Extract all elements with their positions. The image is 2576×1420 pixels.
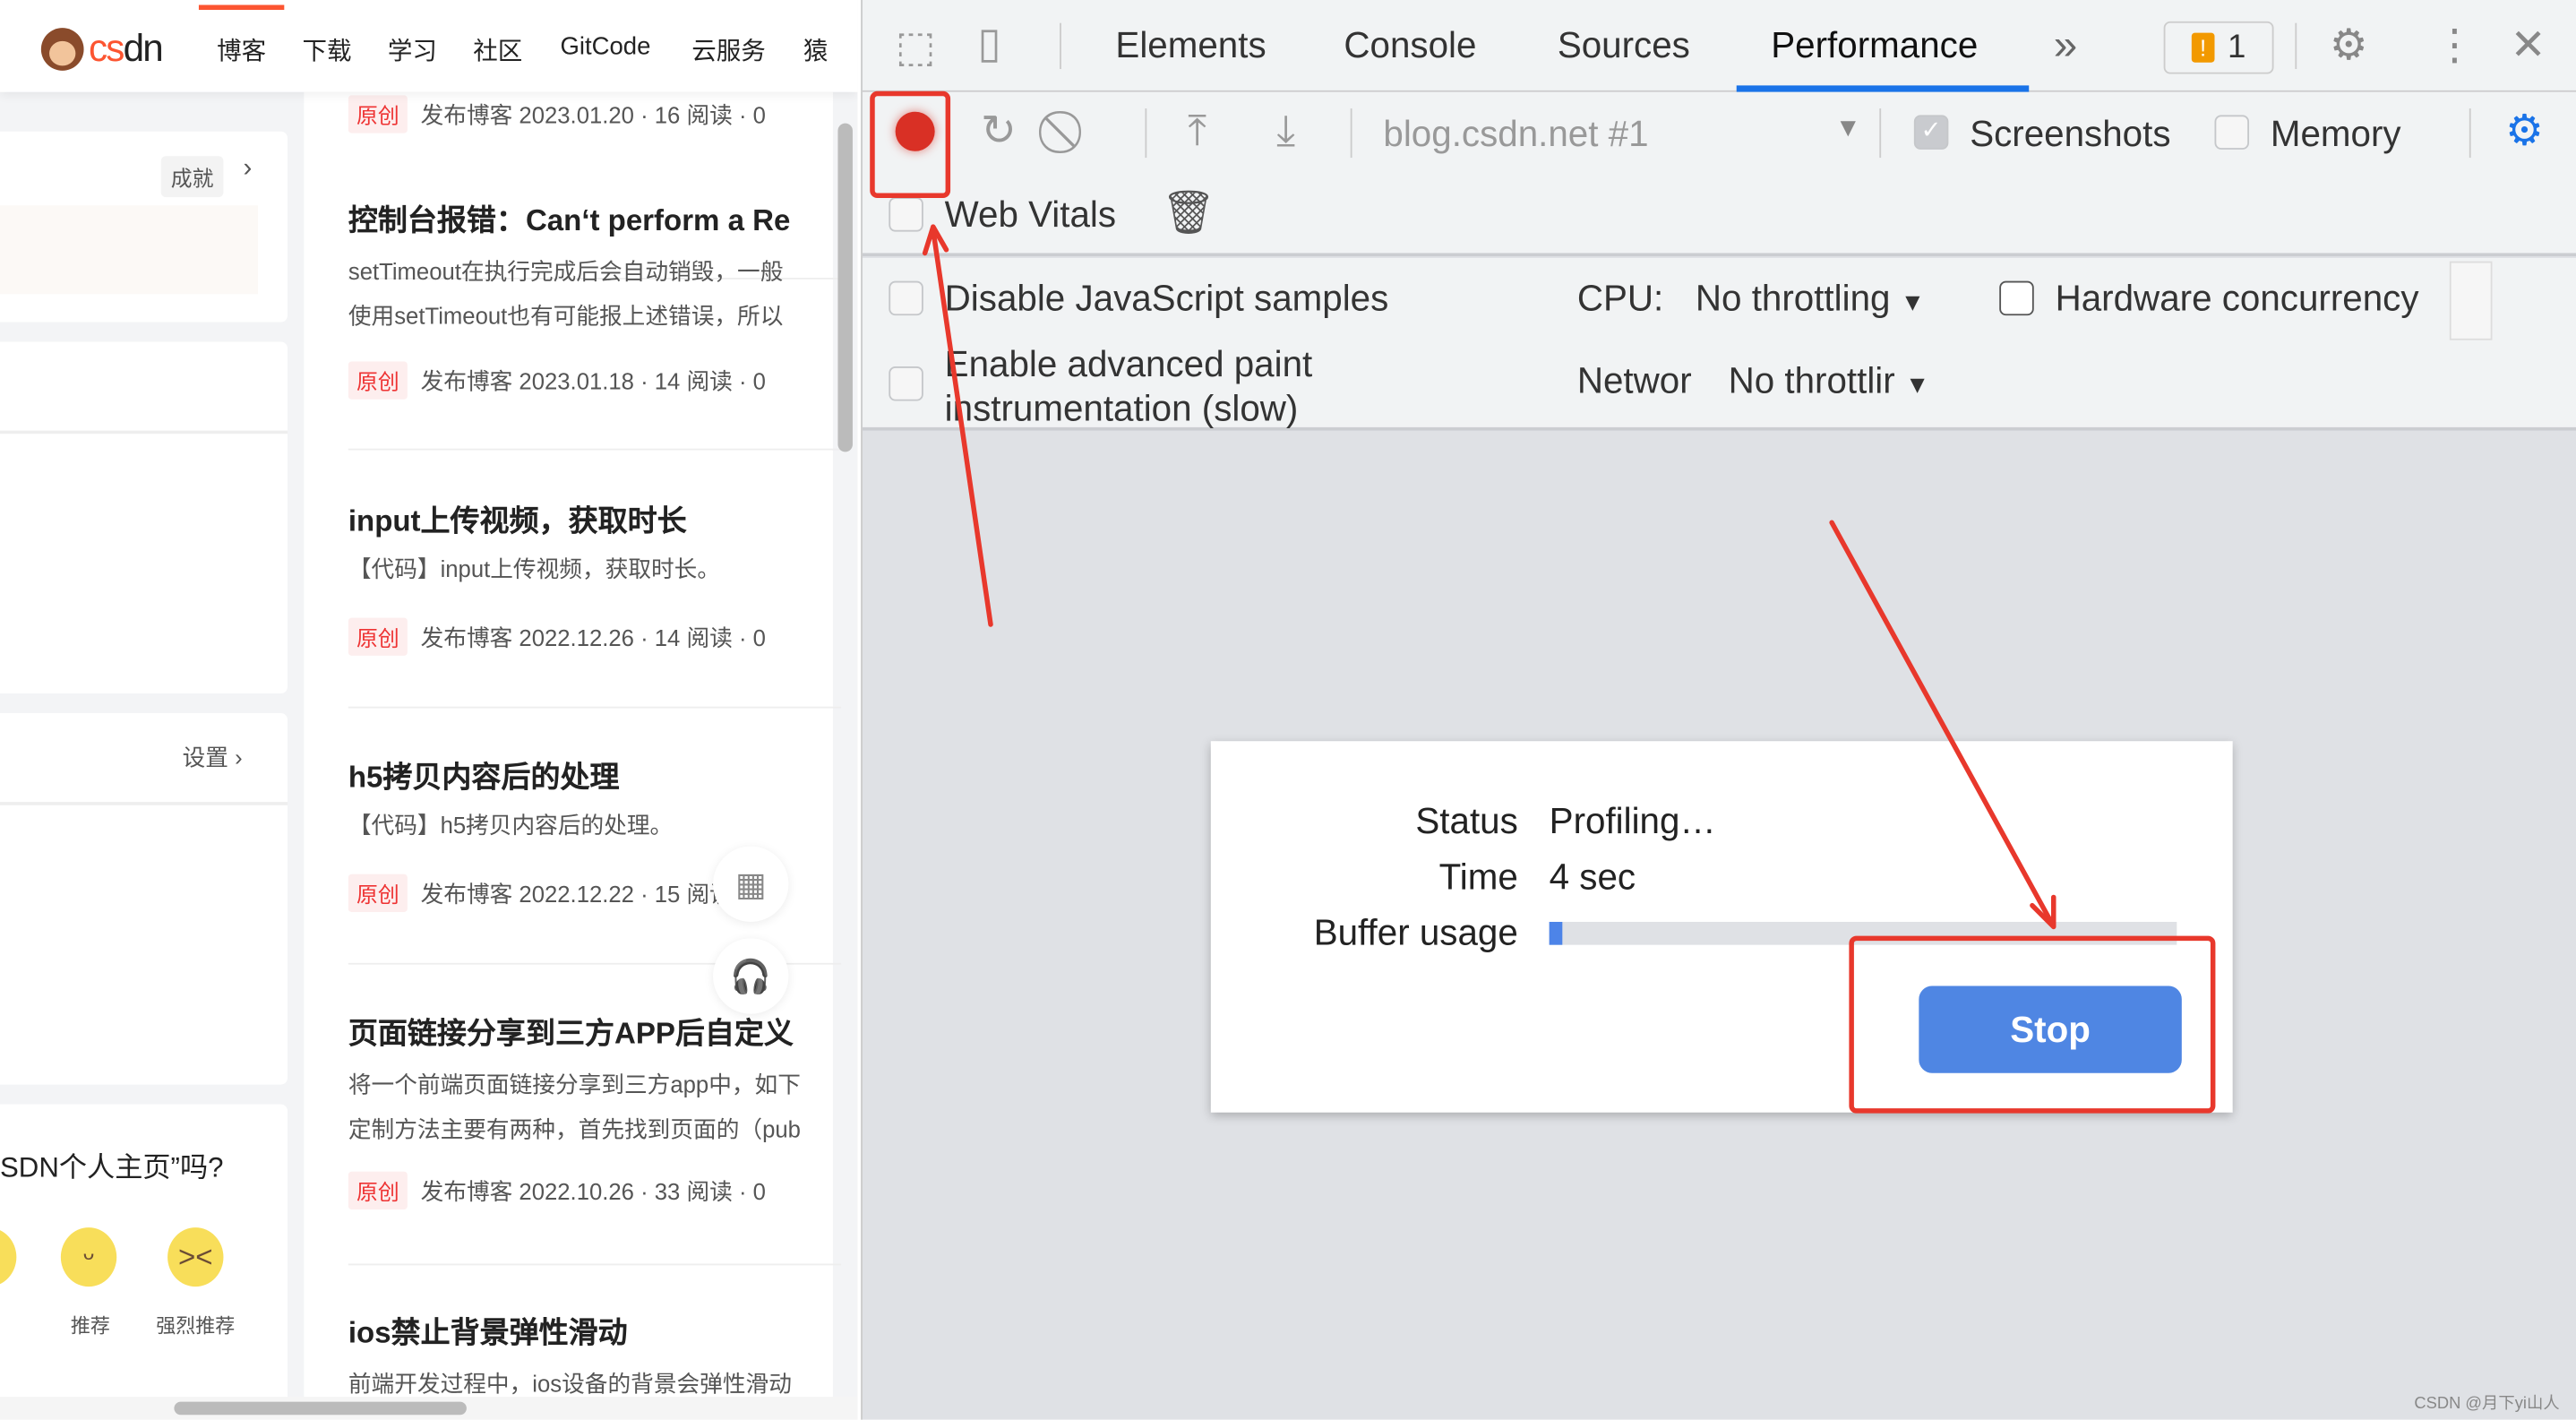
list-item[interactable]: ios禁止背景弹性滑动 前端开发过程中，ios设备的背景会弹性滑动	[348, 1310, 841, 1407]
screenshots-label: Screenshots	[1970, 113, 2171, 155]
record-button[interactable]	[895, 111, 935, 151]
inspect-element-icon[interactable]: ⬚	[896, 25, 936, 68]
settings-card: 设置 ›	[0, 713, 288, 1085]
chevron-right-icon[interactable]: ›	[243, 154, 252, 184]
tab-console[interactable]: Console	[1344, 25, 1476, 68]
rating-label-strong: 强烈推荐	[156, 1314, 236, 1338]
achievement-button[interactable]: 成就	[160, 156, 224, 198]
buffer-usage-fill	[1549, 921, 1562, 945]
screenshots-checkbox[interactable]: ✓	[1913, 115, 1949, 150]
more-tabs-icon[interactable]: »	[2054, 23, 2078, 66]
device-toolbar-icon[interactable]: ▯	[977, 22, 1000, 65]
post-title[interactable]: 页面链接分享到三方APP后自定义	[348, 1011, 841, 1054]
sidebar-card	[0, 341, 288, 694]
list-item[interactable]: 页面链接分享到三方APP后自定义 将一个前端页面链接分享到三方app中，如下 定制…	[348, 1011, 841, 1209]
tab-elements[interactable]: Elements	[1115, 25, 1266, 68]
dropdown-arrow-icon[interactable]: ▼	[1835, 116, 1861, 142]
capture-settings-pane: Disable JavaScript samples Enable advanc…	[862, 257, 2576, 431]
kebab-menu-icon[interactable]: ⋮	[2433, 23, 2476, 66]
web-vitals-label: Web Vitals	[944, 194, 1117, 236]
upload-icon[interactable]: ⤒	[1188, 108, 1206, 151]
post-list: 原创 发布博客 2023.01.20 · 16 阅读 · 0 控制台报错：Can‘…	[304, 91, 842, 1420]
status-label: Status	[1415, 800, 1518, 842]
rating-emoji-recommend[interactable]: ᵕ	[60, 1227, 117, 1287]
webpage: csdn 博客 下载 学习 社区 GitCode 云服务 猿 成就 › 设置 ›…	[0, 0, 858, 1420]
active-nav-indicator	[198, 4, 285, 11]
hardware-concurrency-checkbox[interactable]	[1999, 280, 2034, 316]
nav-learn[interactable]: 学习	[388, 33, 437, 68]
rating-label-recommend: 推荐	[70, 1314, 110, 1338]
nav-gitcode[interactable]: GitCode	[560, 33, 650, 61]
memory-label: Memory	[2270, 113, 2401, 155]
cpu-label: CPU:	[1576, 277, 1664, 319]
devtools-tab-bar: ⬚ ▯ Elements Console Sources Performance…	[862, 0, 2576, 92]
reload-record-icon[interactable]: ↻	[981, 108, 1017, 151]
headset-icon[interactable]: 🎧	[713, 938, 789, 1014]
original-tag: 原创	[348, 1171, 408, 1209]
list-item[interactable]: 控制台报错：Can‘t perform a Re setTimeout在执行完成…	[348, 197, 841, 400]
qr-code-icon[interactable]: ▦	[713, 846, 789, 922]
cpu-throttling-select[interactable]: No throttling ▼	[1696, 278, 1925, 321]
buffer-usage-bar	[1549, 921, 2177, 945]
trash-icon[interactable]: 🗑	[1162, 191, 1216, 234]
status-value: Profiling…	[1549, 800, 1716, 842]
warning-icon: !	[2191, 32, 2215, 63]
post-title[interactable]: ios禁止背景弹性滑动	[348, 1310, 841, 1353]
download-icon[interactable]: ⤓	[1276, 108, 1295, 151]
post-title[interactable]: h5拷贝内容后的处理	[348, 754, 841, 797]
stop-button[interactable]: Stop	[1919, 985, 2182, 1073]
post-title[interactable]: input上传视频，获取时长	[348, 498, 841, 541]
nav-more[interactable]: 猿	[803, 33, 829, 68]
site-header: csdn 博客 下载 学习 社区 GitCode 云服务 猿	[0, 0, 858, 92]
original-tag: 原创	[348, 95, 408, 133]
memory-checkbox[interactable]	[2214, 115, 2250, 150]
advanced-paint-checkbox[interactable]	[889, 366, 923, 401]
survey-question: SDN个人主页”吗?	[0, 1151, 224, 1183]
nav-community[interactable]: 社区	[473, 33, 522, 68]
time-value: 4 sec	[1549, 856, 1636, 898]
close-icon[interactable]: ✕	[2511, 23, 2546, 66]
active-tab-indicator	[1736, 85, 2030, 92]
issues-button[interactable]: ! 1	[2163, 21, 2274, 74]
survey-card: SDN个人主页”吗? • ᵕ >< 推荐 强烈推荐	[0, 1104, 288, 1420]
nav-blog[interactable]: 博客	[217, 33, 266, 68]
web-vitals-checkbox[interactable]	[889, 197, 923, 232]
watermark: CSDN @月下yi山人	[2414, 1395, 2560, 1414]
horizontal-scrollbar[interactable]	[174, 1401, 467, 1416]
disable-js-samples-checkbox[interactable]	[889, 280, 923, 316]
settings-link[interactable]: 设置 ›	[183, 741, 243, 774]
capture-settings-gear-icon[interactable]: ⚙	[2505, 108, 2544, 151]
network-throttling-select[interactable]: No throttlir ▼	[1729, 360, 1930, 403]
monkey-logo-icon	[40, 27, 84, 70]
rating-emoji-strong[interactable]: ><	[167, 1227, 224, 1287]
hardware-concurrency-label: Hardware concurrency	[2055, 277, 2419, 319]
list-item[interactable]: input上传视频，获取时长 【代码】input上传视频，获取时长。 原创 发布博…	[348, 498, 841, 656]
target-select[interactable]: blog.csdn.net #1	[1383, 114, 1648, 157]
hardware-concurrency-input[interactable]	[2449, 261, 2493, 340]
tab-performance[interactable]: Performance	[1771, 25, 1978, 68]
gear-icon[interactable]: ⚙	[2330, 23, 2368, 66]
time-label: Time	[1438, 856, 1518, 898]
nav-cloud[interactable]: 云服务	[691, 33, 766, 68]
original-tag: 原创	[348, 361, 408, 400]
performance-toolbar: ↻ ⃠ ⤒ ⤓ blog.csdn.net #1 ▼ ✓ Screenshots…	[862, 91, 2576, 257]
profiling-status-dialog: Status Profiling… Time 4 sec Buffer usag…	[1210, 741, 2233, 1113]
network-label: Networ	[1576, 359, 1692, 401]
disable-js-samples-label: Disable JavaScript samples	[944, 277, 1389, 319]
buffer-usage-label: Buffer usage	[1313, 911, 1518, 953]
achievement-card: 成就 ›	[0, 131, 288, 323]
advanced-paint-label: Enable advanced paint instrumentation (sl…	[944, 343, 1313, 429]
tab-sources[interactable]: Sources	[1558, 25, 1690, 68]
rating-emoji-1[interactable]: •	[0, 1227, 17, 1287]
csdn-logo[interactable]: csdn	[40, 26, 164, 71]
original-tag: 原创	[348, 617, 408, 656]
post-title[interactable]: 控制台报错：Can‘t perform a Re	[348, 197, 841, 240]
vertical-scrollbar[interactable]	[837, 123, 853, 452]
original-tag: 原创	[348, 874, 408, 912]
devtools-panel: ⬚ ▯ Elements Console Sources Performance…	[861, 0, 2576, 1420]
nav-download[interactable]: 下载	[302, 33, 351, 68]
